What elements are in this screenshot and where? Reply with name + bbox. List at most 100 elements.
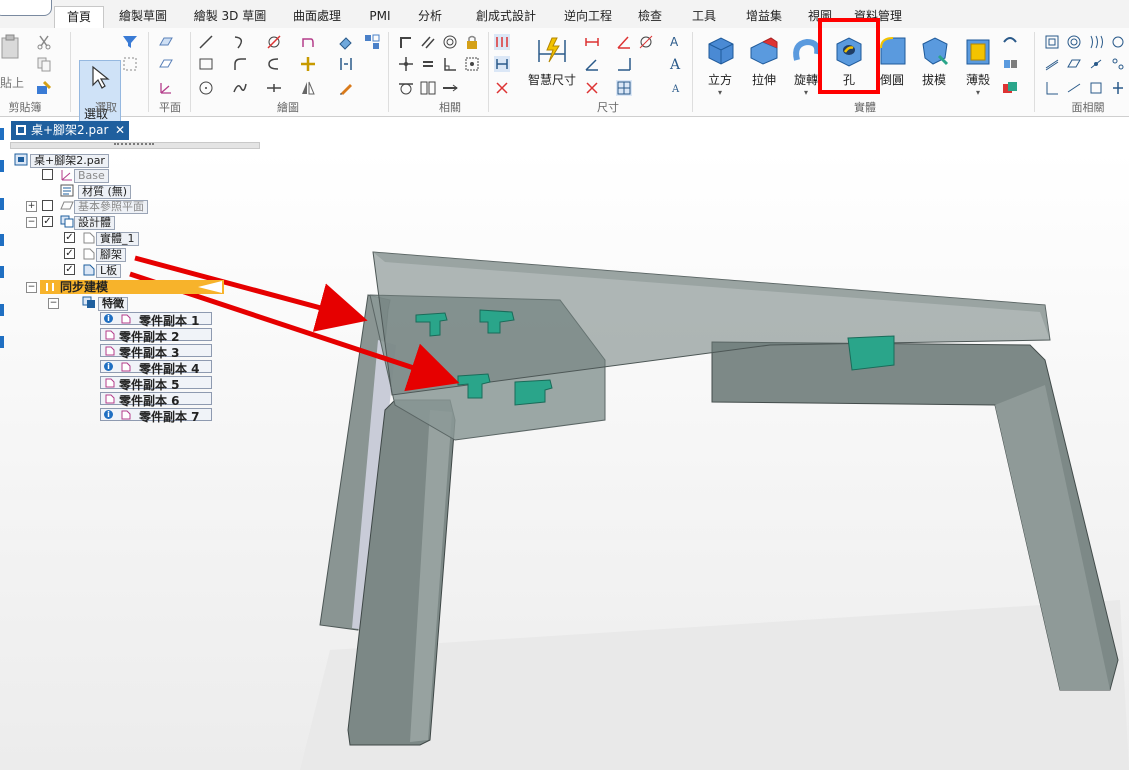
face-tangent-icon[interactable] xyxy=(1110,34,1126,50)
tab-tools[interactable]: 工具 xyxy=(688,6,720,28)
tree-feature-6[interactable]: 零件副本 6 xyxy=(100,392,212,408)
symmetric-icon[interactable] xyxy=(420,80,436,96)
equal-icon[interactable] xyxy=(420,56,436,72)
symmetric-diameter-icon[interactable] xyxy=(638,34,654,50)
close-icon[interactable]: ✕ xyxy=(115,121,125,140)
distribute-icon[interactable] xyxy=(338,56,354,72)
pencil-icon[interactable] xyxy=(338,80,354,96)
select-filter-icon[interactable] xyxy=(122,34,138,50)
tab-3d-sketch[interactable]: 繪製 3D 草圖 xyxy=(190,6,270,28)
offset-icon[interactable] xyxy=(300,34,316,50)
select-tools-icon[interactable] xyxy=(122,56,138,72)
extend-icon[interactable] xyxy=(266,56,282,72)
font-size-icon[interactable]: A xyxy=(668,34,684,50)
maintain-relationships-icon[interactable] xyxy=(494,34,510,50)
angular-dimension-icon[interactable] xyxy=(616,34,632,50)
tab-surfacing[interactable]: 曲面處理 xyxy=(286,6,348,28)
rectangle-icon[interactable] xyxy=(198,56,214,72)
intersection-icon[interactable] xyxy=(398,56,414,72)
body-checkbox[interactable]: ✓ xyxy=(64,232,75,243)
body-checkbox[interactable]: ✓ xyxy=(64,264,75,275)
strip-icon[interactable] xyxy=(0,336,4,348)
face-offset-icon[interactable] xyxy=(1044,34,1060,50)
face-rotate-icon[interactable] xyxy=(1088,56,1104,72)
tree-feature-2[interactable]: 零件副本 2 xyxy=(100,328,212,344)
tree-feature-1[interactable]: i 零件副本 1 xyxy=(100,312,212,328)
tree-material[interactable]: 材質 (無) xyxy=(78,184,132,199)
text-small-icon[interactable]: A xyxy=(668,80,684,96)
box-button[interactable]: 立方 ▾ xyxy=(700,34,740,97)
face-concentric-icon[interactable] xyxy=(1066,34,1082,50)
tangent-icon[interactable] xyxy=(398,80,414,96)
coordinate-system-icon[interactable] xyxy=(158,80,174,96)
face-coplanar-icon[interactable] xyxy=(1066,56,1082,72)
relationship-assistant-icon[interactable] xyxy=(494,80,510,96)
text-icon[interactable]: A xyxy=(668,56,684,72)
tree-feature-3[interactable]: 零件副本 3 xyxy=(100,344,212,360)
body-checkbox[interactable]: ✓ xyxy=(64,248,75,259)
fillet-icon[interactable] xyxy=(232,56,248,72)
cut-icon[interactable] xyxy=(36,34,52,50)
tab-generative-design[interactable]: 創成式設計 xyxy=(468,6,544,28)
tree-body-1[interactable]: 實體_1 xyxy=(96,231,139,246)
fill-icon[interactable] xyxy=(338,34,354,50)
lock-icon[interactable] xyxy=(464,34,480,50)
tab-add-ins[interactable]: 增益集 xyxy=(740,6,788,28)
arc-icon[interactable] xyxy=(232,34,248,50)
parallel-icon[interactable] xyxy=(420,34,436,50)
collapse-icon[interactable]: − xyxy=(26,282,37,293)
base-checkbox[interactable] xyxy=(42,169,53,180)
tab-sketch[interactable]: 繪製草圖 xyxy=(112,6,174,28)
move-icon[interactable] xyxy=(300,56,316,72)
expand-icon[interactable]: + xyxy=(26,201,37,212)
split-icon[interactable] xyxy=(266,80,282,96)
boolean-icon[interactable] xyxy=(1002,80,1018,96)
select-button[interactable]: 選取 xyxy=(79,60,121,128)
tree-sync-modeling[interactable]: 同步建模 xyxy=(40,280,224,294)
tree-features[interactable]: 特徵 xyxy=(98,296,128,311)
face-ground-icon[interactable] xyxy=(1110,80,1126,96)
tree-ref-planes[interactable]: 基本參照平面 xyxy=(74,199,148,214)
face-symmetric-icon[interactable] xyxy=(1110,56,1126,72)
tree-root[interactable]: 桌+腳架2.par xyxy=(30,153,109,168)
face-horizontal-icon[interactable] xyxy=(1066,80,1082,96)
tab-inspect[interactable]: 檢查 xyxy=(632,6,668,28)
rollback-arrow-icon[interactable] xyxy=(198,281,222,293)
extrude-button[interactable]: 拉伸 xyxy=(744,34,784,88)
strip-icon[interactable] xyxy=(0,160,4,172)
paste-icon[interactable] xyxy=(0,34,22,60)
face-rigid-icon[interactable] xyxy=(1088,80,1104,96)
tree-base[interactable]: Base xyxy=(74,168,109,183)
mirror-icon[interactable] xyxy=(300,80,316,96)
line-icon[interactable] xyxy=(198,34,214,50)
tab-home[interactable]: 首頁 xyxy=(54,6,104,29)
tab-reverse-engineering[interactable]: 逆向工程 xyxy=(556,6,620,28)
collapse-icon[interactable]: − xyxy=(48,298,59,309)
strip-icon[interactable] xyxy=(0,234,4,246)
pattern-solid-icon[interactable] xyxy=(1002,34,1018,50)
parallel-plane-icon[interactable] xyxy=(158,56,174,72)
curve-icon[interactable] xyxy=(232,80,248,96)
application-button[interactable] xyxy=(0,0,52,16)
ref-planes-checkbox[interactable] xyxy=(42,200,53,211)
strip-icon[interactable] xyxy=(0,198,4,210)
format-painter-icon[interactable] xyxy=(36,80,52,96)
tree-design-body[interactable]: 設計體 xyxy=(74,215,115,230)
face-aligned-icon[interactable] xyxy=(1044,56,1060,72)
tab-analysis[interactable]: 分析 xyxy=(412,6,448,28)
copy-icon[interactable] xyxy=(36,56,52,72)
mirror-solid-icon[interactable] xyxy=(1002,56,1018,72)
pattern-icon[interactable] xyxy=(364,34,380,50)
dimension-style-icon[interactable] xyxy=(616,80,632,96)
document-tab[interactable]: 桌+腳架2.par ✕ xyxy=(11,121,129,140)
dimension-axis-icon[interactable] xyxy=(616,56,632,72)
horizontal-vertical-icon[interactable] xyxy=(442,80,458,96)
distance-between-icon[interactable] xyxy=(584,34,600,50)
collapse-icon[interactable]: − xyxy=(26,217,37,228)
face-parallel-icon[interactable] xyxy=(1088,34,1104,50)
face-perpendicular-icon[interactable] xyxy=(1044,80,1060,96)
coincident-plane-icon[interactable] xyxy=(158,34,174,50)
draft-button[interactable]: 拔模 xyxy=(914,34,954,88)
tree-feature-7[interactable]: i 零件副本 7 xyxy=(100,408,212,424)
smart-dimension-button[interactable]: 智慧尺寸 xyxy=(524,34,580,88)
